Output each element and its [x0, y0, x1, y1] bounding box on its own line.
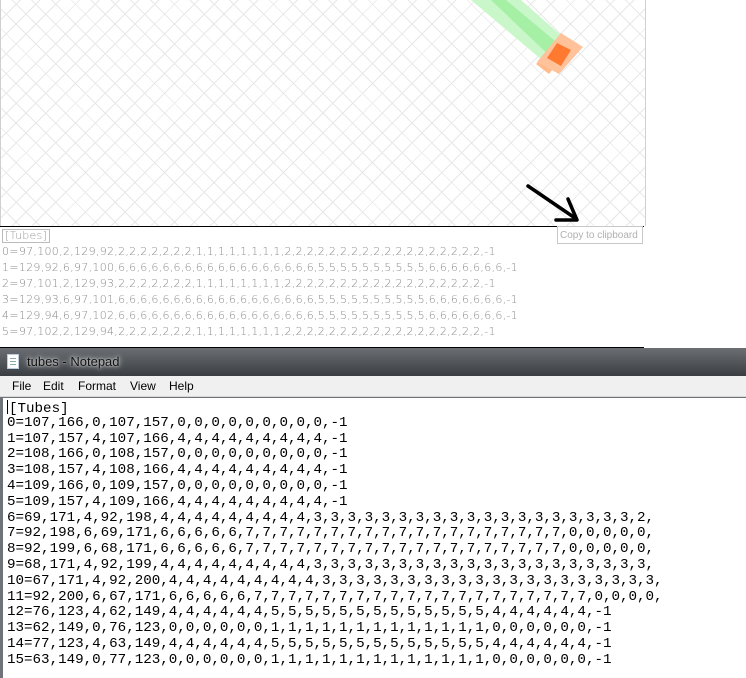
- tubes-header: [Tubes]: [2, 229, 51, 243]
- menu-view[interactable]: View: [130, 379, 156, 393]
- editor-line: 5=109,157,4,109,166,4,4,4,4,4,4,4,4,4,-1: [7, 493, 348, 510]
- text-caret: [7, 400, 8, 414]
- tubes-text: [Tubes] 0=97,100,2,129,92,2,2,2,2,2,2,2,…: [2, 228, 518, 340]
- annotation-arrow-icon: [526, 184, 579, 222]
- editor-line: 10=67,171,4,92,200,4,4,4,4,4,4,4,4,4,3,3…: [7, 572, 663, 589]
- copy-to-clipboard-button[interactable]: Copy to clipboard: [557, 226, 643, 244]
- window-title: tubes - Notepad: [27, 354, 120, 369]
- menu-help[interactable]: Help: [169, 379, 194, 393]
- editor-line: 13=62,149,0,76,123,0,0,0,0,0,0,1,1,1,1,1…: [7, 620, 612, 637]
- editor-line: 8=92,199,6,68,171,6,6,6,6,6,7,7,7,7,7,7,…: [7, 541, 655, 558]
- tube-line: 3=129,93,6,97,101,6,6,6,6,6,6,6,6,6,6,6,…: [2, 293, 518, 306]
- editor-line: 4=109,166,0,109,157,0,0,0,0,0,0,0,0,0,-1: [7, 477, 348, 494]
- menu-edit[interactable]: Edit: [43, 379, 64, 393]
- menu-format[interactable]: Format: [78, 379, 116, 393]
- editor-line: 9=68,171,4,92,199,4,4,4,4,4,4,4,4,4,3,3,…: [7, 556, 655, 573]
- menu-file[interactable]: File: [12, 379, 31, 393]
- notepad-window: tubes - Notepad File Edit Format View He…: [0, 348, 746, 678]
- editor-line: 14=77,123,4,63,149,4,4,4,4,4,4,5,5,5,5,5…: [7, 635, 612, 652]
- editor-line: 2=108,166,0,108,157,0,0,0,0,0,0,0,0,0,-1: [7, 446, 348, 463]
- tube-line: 5=97,102,2,129,94,2,2,2,2,2,2,2,1,1,1,1,…: [2, 325, 496, 338]
- notepad-icon: [7, 354, 19, 369]
- editor-line: 11=92,200,6,67,171,6,6,6,6,6,7,7,7,7,7,7…: [7, 588, 663, 605]
- tube-line: 1=129,92,6,97,100,6,6,6,6,6,6,6,6,6,6,6,…: [2, 261, 518, 274]
- text-editor[interactable]: [Tubes] 0=107,166,0,107,157,0,0,0,0,0,0,…: [0, 397, 746, 678]
- tube-line: 4=129,94,6,97,102,6,6,6,6,6,6,6,6,6,6,6,…: [2, 309, 518, 322]
- editor-line: 1=107,157,4,107,166,4,4,4,4,4,4,4,4,4,-1: [7, 430, 348, 447]
- editor-line: 12=76,123,4,62,149,4,4,4,4,4,4,5,5,5,5,5…: [7, 604, 612, 621]
- title-bar[interactable]: tubes - Notepad: [0, 348, 746, 376]
- tubes-text-panel: [Tubes] 0=97,100,2,129,92,2,2,2,2,2,2,2,…: [0, 226, 644, 348]
- editor-line: 0=107,166,0,107,157,0,0,0,0,0,0,0,0,0,-1: [7, 414, 348, 431]
- editor-line: 7=92,198,6,69,171,6,6,6,6,6,7,7,7,7,7,7,…: [7, 525, 655, 542]
- editor-line: 6=69,171,4,92,198,4,4,4,4,4,4,4,4,4,3,3,…: [7, 509, 655, 526]
- tube-line: 2=97,101,2,129,93,2,2,2,2,2,2,2,1,1,1,1,…: [2, 277, 496, 290]
- editor-content: [Tubes] 0=107,166,0,107,157,0,0,0,0,0,0,…: [7, 400, 663, 669]
- tube-line: 0=97,100,2,129,92,2,2,2,2,2,2,2,1,1,1,1,…: [2, 245, 496, 258]
- menu-bar: File Edit Format View Help: [0, 376, 746, 397]
- editor-line: 3=108,157,4,108,166,4,4,4,4,4,4,4,4,4,-1: [7, 462, 348, 479]
- editor-line: 15=63,149,0,77,123,0,0,0,0,0,0,1,1,1,1,1…: [7, 651, 612, 668]
